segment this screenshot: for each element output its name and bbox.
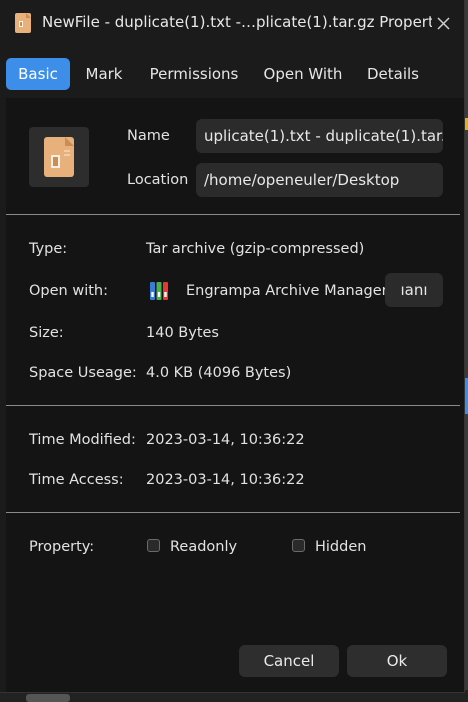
divider	[6, 214, 460, 215]
close-icon	[436, 16, 450, 30]
desktop-sliver	[26, 694, 70, 702]
size-value: 140 Bytes	[146, 325, 219, 341]
tab-bar: Basic Mark Permissions Open With Details	[0, 58, 464, 92]
type-value: Tar archive (gzip-compressed)	[146, 241, 365, 257]
hidden-label[interactable]: Hidden	[315, 539, 366, 555]
open-with-value: Engrampa Archive Manager	[186, 283, 388, 299]
archive-file-icon	[15, 13, 31, 33]
archive-file-icon	[44, 137, 74, 177]
open-with-label: Open with:	[29, 283, 108, 299]
time-access-value: 2023-03-14, 10:36:22	[146, 472, 305, 488]
name-label: Name	[127, 128, 170, 144]
type-label: Type:	[29, 241, 68, 257]
tab-basic[interactable]: Basic	[6, 58, 70, 90]
change-app-button[interactable]: ıanı	[385, 273, 443, 307]
basic-panel: Name uplicate(1).txt - duplicate(1).tar.…	[6, 98, 464, 692]
tab-permissions[interactable]: Permissions	[140, 58, 248, 90]
divider	[6, 405, 460, 406]
properties-dialog: NewFile - duplicate(1).txt -…plicate(1).…	[0, 0, 465, 693]
time-modified-label: Time Modified:	[29, 432, 136, 448]
cancel-button[interactable]: Cancel	[239, 645, 339, 677]
space-usage-label: Space Useage:	[29, 365, 137, 381]
window-title: NewFile - duplicate(1).txt -…plicate(1).…	[42, 13, 432, 31]
engrampa-icon	[150, 282, 168, 300]
divider	[6, 512, 460, 513]
readonly-checkbox[interactable]	[147, 539, 160, 552]
tab-open-with[interactable]: Open With	[256, 58, 350, 90]
close-button[interactable]	[432, 12, 454, 34]
tab-details[interactable]: Details	[358, 58, 428, 90]
location-label: Location	[127, 172, 189, 188]
titlebar: NewFile - duplicate(1).txt -…plicate(1).…	[0, 0, 464, 46]
space-usage-value: 4.0 KB (4096 Bytes)	[146, 365, 292, 381]
property-label: Property:	[29, 539, 95, 555]
tab-mark[interactable]: Mark	[76, 58, 132, 90]
hidden-checkbox[interactable]	[292, 539, 305, 552]
ok-button[interactable]: Ok	[347, 645, 447, 677]
location-field[interactable]: /home/openeuler/Desktop	[196, 163, 443, 197]
file-icon-box	[29, 127, 89, 187]
readonly-label[interactable]: Readonly	[170, 539, 237, 555]
size-label: Size:	[29, 325, 64, 341]
name-field[interactable]: uplicate(1).txt - duplicate(1).tar.gz	[196, 119, 443, 153]
time-access-label: Time Access:	[29, 472, 124, 488]
time-modified-value: 2023-03-14, 10:36:22	[146, 432, 305, 448]
